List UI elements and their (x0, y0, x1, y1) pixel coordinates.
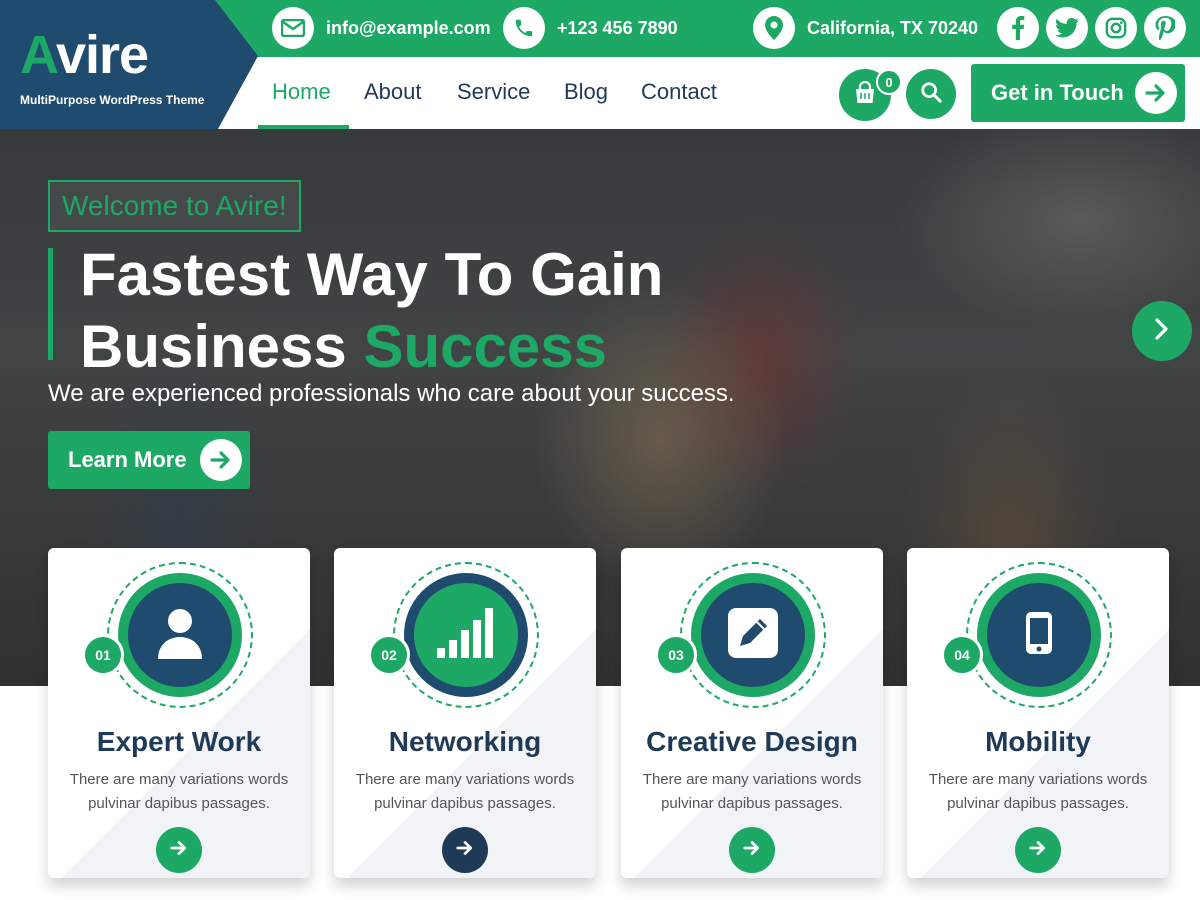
search-icon (920, 81, 942, 108)
learn-more-button[interactable]: Learn More (48, 431, 250, 489)
logo-block[interactable]: Avire MultiPurpose WordPress Theme (0, 0, 258, 129)
get-in-touch-label: Get in Touch (991, 80, 1124, 105)
feature-more-button[interactable] (729, 827, 775, 873)
nav-item-service[interactable]: Service (457, 79, 530, 105)
feature-number: 04 (941, 634, 983, 676)
phone-icon (503, 7, 545, 49)
cart-count-badge: 0 (876, 69, 902, 95)
feature-icon-circle (977, 573, 1101, 697)
nav-item-home[interactable]: Home (272, 79, 331, 105)
feature-card-mobility: 04 Mobility There are many variations wo… (907, 548, 1169, 878)
user-icon (156, 607, 204, 664)
get-in-touch-button[interactable]: Get in Touch (971, 64, 1185, 122)
feature-title: Expert Work (96, 726, 262, 757)
twitter-icon[interactable] (1046, 7, 1088, 49)
pinterest-icon[interactable] (1144, 7, 1186, 49)
envelope-icon (272, 7, 314, 49)
slider-next-button[interactable] (1132, 301, 1192, 361)
learn-more-label: Learn More (68, 447, 187, 472)
feature-card-expert-work: 01 Expert Work There are many variations… (48, 548, 310, 878)
feature-title: Mobility (985, 726, 1091, 757)
feature-description: There are many variations words pulvinar… (928, 771, 1148, 812)
search-button[interactable] (906, 69, 956, 119)
nav-item-contact[interactable]: Contact (641, 79, 717, 105)
nav-active-indicator (258, 125, 349, 129)
arrow-right-icon (200, 439, 242, 481)
feature-description: There are many variations words pulvinar… (642, 771, 862, 812)
feature-card-creative-design: 03 Creative Design There are many variat… (621, 548, 883, 878)
phone-text: +123 456 7890 (557, 17, 678, 38)
arrow-right-icon (743, 840, 761, 861)
facebook-icon[interactable] (997, 7, 1039, 49)
hero-title-line2: Business Success (80, 313, 607, 380)
location-text: California, TX 70240 (807, 17, 979, 38)
feature-icon-circle (118, 573, 242, 697)
topbar-location[interactable]: California, TX 70240 (753, 7, 978, 49)
arrow-right-icon (456, 840, 474, 861)
feature-more-button[interactable] (156, 827, 202, 873)
nav-item-about[interactable]: About (364, 79, 422, 105)
welcome-badge: Welcome to Avire! (48, 180, 301, 232)
feature-more-button[interactable] (442, 827, 488, 873)
feature-description: There are many variations words pulvinar… (355, 771, 575, 812)
feature-card-networking: 02 Networking There are many variations … (334, 548, 596, 878)
pencil-icon (728, 607, 778, 663)
feature-description: There are many variations words pulvinar… (69, 771, 289, 812)
feature-number: 03 (655, 634, 697, 676)
feature-icon-circle (404, 573, 528, 697)
feature-number: 02 (368, 634, 410, 676)
shopping-bag-icon (853, 80, 877, 110)
arrow-right-icon (1135, 72, 1177, 114)
feature-icon-circle (691, 573, 815, 697)
arrow-right-icon (170, 840, 188, 861)
logo[interactable]: Avire (20, 28, 149, 82)
instagram-icon[interactable] (1095, 7, 1137, 49)
map-pin-icon (753, 7, 795, 49)
feature-number: 01 (82, 634, 124, 676)
arrow-right-icon (1029, 840, 1047, 861)
email-text: info@example.com (326, 17, 491, 38)
hero-accent-bar (48, 248, 53, 360)
hero-title-line1: Fastest Way To Gain (80, 241, 664, 308)
topbar-phone[interactable]: +123 456 7890 (503, 7, 678, 49)
feature-title: Creative Design (646, 726, 858, 757)
logo-tagline: MultiPurpose WordPress Theme (20, 93, 205, 107)
signal-bars-icon (437, 607, 495, 663)
nav-item-blog[interactable]: Blog (564, 79, 608, 105)
feature-title: Networking (388, 726, 542, 757)
hero-title: Fastest Way To Gain Business Success (80, 239, 663, 383)
topbar-email[interactable]: info@example.com (272, 7, 491, 49)
hero-subtitle: We are experienced professionals who car… (48, 380, 735, 407)
chevron-right-icon (1154, 317, 1170, 346)
mobile-phone-icon (1025, 611, 1053, 660)
social-links (997, 7, 1186, 49)
feature-more-button[interactable] (1015, 827, 1061, 873)
